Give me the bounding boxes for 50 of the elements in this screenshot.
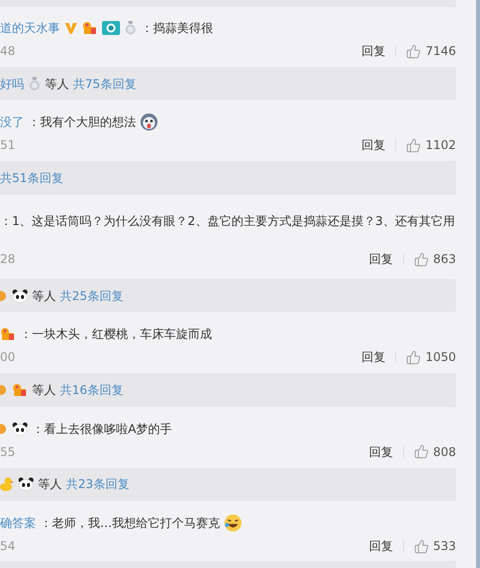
reply-link[interactable]: 回复 [361, 42, 386, 60]
like-button[interactable]: 1102 [406, 136, 456, 154]
thumbs-up-icon [414, 444, 430, 460]
verified-v-icon [64, 21, 78, 35]
comment-text: ：我有个大胆的想法 [28, 114, 136, 132]
thumbs-up-icon [406, 44, 422, 59]
fan-badge-icon [82, 21, 98, 35]
round-badge-icon [0, 288, 8, 303]
thumbs-up-icon [406, 138, 422, 153]
reply-link[interactable]: 回复 [361, 136, 386, 154]
laughing-face-icon [224, 514, 242, 532]
comment-text: ：看上去很像哆啦A梦的手 [32, 420, 172, 438]
thumbs-up-icon [414, 538, 430, 554]
like-button[interactable]: 7146 [406, 42, 456, 60]
comment-time: 51 [0, 137, 16, 154]
fan-badge-icon [12, 383, 28, 398]
like-button[interactable]: 808 [414, 442, 456, 461]
panda-icon [12, 422, 28, 436]
others-label: 等人 [38, 476, 62, 494]
reply-link[interactable]: 回复 [361, 348, 386, 366]
duck-icon [0, 477, 14, 492]
comment-text: ：一块木头，红樱桃，车床车旋而成 [20, 326, 212, 344]
comment-time: 55 [0, 444, 16, 461]
medal-icon [124, 21, 137, 35]
round-badge-icon [0, 422, 8, 436]
comment-time: 28 [0, 251, 16, 268]
comment-text: ：捣蒜美得很 [141, 20, 213, 37]
medal-icon [28, 76, 41, 91]
others-label: 等人 [32, 382, 56, 400]
thumbs-up-icon [406, 350, 422, 365]
comment-time: 54 [0, 538, 16, 555]
panda-icon [12, 288, 28, 303]
comment-text: ：老师，我…我想给它打个马赛克 [40, 514, 220, 532]
comment-time: 48 [0, 43, 16, 60]
round-badge-icon [0, 383, 8, 398]
shocked-face-icon [140, 113, 158, 132]
thumbs-up-icon [414, 252, 430, 267]
like-button[interactable]: 1050 [406, 348, 456, 366]
others-label: 等人 [45, 76, 69, 93]
comment-text: ：1、这是话筒吗？为什么没有眼？2、盘它的主要方式是捣蒜还是摸？3、还有其它用 [0, 212, 455, 230]
comment-time: 00 [0, 349, 16, 366]
like-button[interactable]: 533 [414, 537, 456, 555]
others-label: 等人 [32, 288, 56, 305]
panda-icon [18, 477, 34, 492]
reply-link[interactable]: 回复 [369, 442, 394, 461]
fan-badge-icon [0, 327, 16, 342]
camera-badge-icon [102, 21, 120, 35]
like-button[interactable]: 863 [414, 250, 456, 268]
reply-link[interactable]: 回复 [369, 250, 394, 268]
reply-link[interactable]: 回复 [369, 537, 394, 555]
